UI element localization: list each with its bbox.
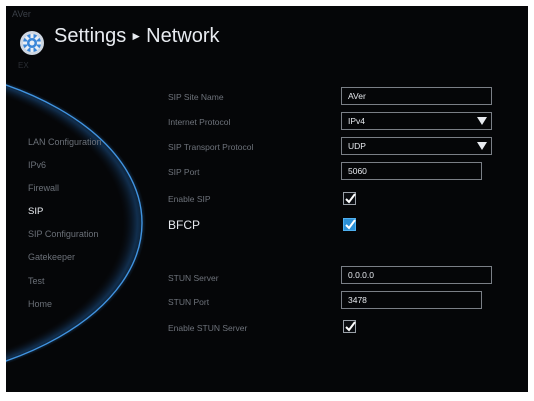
title-settings: Settings (54, 25, 127, 47)
brand-logo-text: AVer (12, 9, 31, 19)
chevron-down-icon (477, 117, 487, 125)
internet-protocol-value: IPv4 (348, 116, 366, 126)
bfcp-checkbox[interactable] (343, 218, 356, 231)
bfcp-label: BFCP (168, 218, 201, 232)
settings-screen: AVer EX Settings ► Network LAN Configura… (6, 6, 528, 392)
gear-icon (19, 30, 45, 56)
chevron-down-icon (477, 142, 487, 150)
sidebar-item-gatekeeper[interactable]: Gatekeeper (28, 252, 75, 262)
enable-sip-label: Enable SIP (168, 194, 211, 204)
sidebar-item-sip-configuration[interactable]: SIP Configuration (28, 229, 98, 239)
sidebar-item-test[interactable]: Test (28, 276, 45, 286)
sidebar-item-sip[interactable]: SIP (28, 206, 43, 217)
sip-transport-protocol-value: UDP (348, 141, 366, 151)
stun-server-label: STUN Server (168, 273, 219, 283)
checkmark-icon (345, 219, 356, 230)
sidebar-item-home[interactable]: Home (28, 299, 52, 309)
enable-stun-server-checkbox[interactable] (343, 320, 356, 333)
sidebar-item-lan-configuration[interactable]: LAN Configuration (28, 137, 102, 147)
internet-protocol-select[interactable]: IPv4 (341, 112, 492, 130)
brand-sub-text: EX (18, 61, 29, 70)
breadcrumb-arrow: ► (130, 29, 143, 43)
sip-transport-protocol-label: SIP Transport Protocol (168, 142, 254, 152)
stun-port-label: STUN Port (168, 297, 210, 307)
page-title: Settings ► Network (54, 25, 220, 48)
internet-protocol-label: Internet Protocol (168, 117, 231, 127)
checkmark-icon (345, 321, 356, 332)
stun-port-field[interactable]: 3478 (341, 291, 482, 309)
sip-site-name-field[interactable]: AVer (341, 87, 492, 105)
title-network: Network (146, 25, 220, 47)
sip-site-name-label: SIP Site Name (168, 92, 224, 102)
sip-port-field[interactable]: 5060 (341, 162, 482, 180)
checkmark-icon (345, 193, 356, 204)
stun-server-field[interactable]: 0.0.0.0 (341, 266, 492, 284)
sidebar-item-firewall[interactable]: Firewall (28, 183, 59, 193)
enable-stun-server-label: Enable STUN Server (168, 323, 248, 333)
sidebar-item-ipv6[interactable]: IPv6 (28, 160, 46, 170)
sip-transport-protocol-select[interactable]: UDP (341, 137, 492, 155)
sidebar-arc (6, 81, 146, 365)
enable-sip-checkbox[interactable] (343, 192, 356, 205)
sip-port-label: SIP Port (168, 167, 200, 177)
